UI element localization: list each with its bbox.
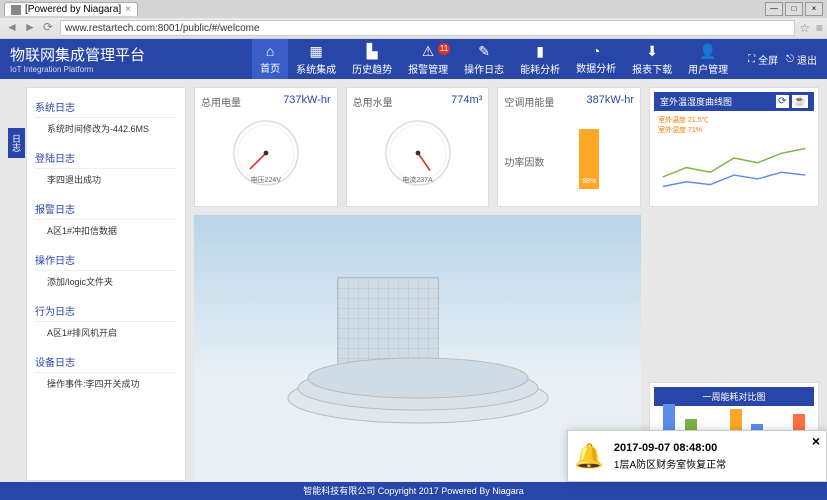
- nav-icon: ⚠: [422, 43, 435, 60]
- close-button[interactable]: ×: [805, 2, 823, 16]
- nav-icon: ⌂: [266, 43, 274, 59]
- log-item: 操作事件:李四开关成功: [35, 373, 177, 394]
- notification-message: 1层A防区财务室恢复正常: [614, 456, 820, 471]
- minimize-button[interactable]: —: [765, 2, 783, 16]
- log-item: 系统时间修改为-442.6MS: [35, 118, 177, 139]
- nav-icon: ▮: [536, 43, 544, 60]
- log-title[interactable]: 操作日志: [35, 249, 177, 271]
- power-card: 总用电量737kW-hr 电压224V: [194, 87, 338, 207]
- log-title[interactable]: 报警日志: [35, 198, 177, 220]
- content-area: 日志 系统日志系统时间修改为-442.6MS登陆日志李四退出成功报警日志A区1#…: [0, 79, 827, 489]
- nav-系统集成[interactable]: ▦系统集成: [288, 39, 344, 79]
- log-item: A区1#排风机开启: [35, 322, 177, 343]
- log-title[interactable]: 系统日志: [35, 96, 177, 118]
- nav-icon: ◔: [592, 43, 600, 59]
- water-card: 总用水量774m³ 电流237A: [346, 87, 490, 207]
- log-item: A区1#冲扣信数据: [35, 220, 177, 241]
- nav-报警管理[interactable]: ⚠报警管理11: [400, 39, 456, 79]
- log-item: 添加/logic文件夹: [35, 271, 177, 292]
- log-title[interactable]: 行为日志: [35, 300, 177, 322]
- menu-icon[interactable]: ≡: [816, 21, 823, 35]
- temp-chart: 室外温度 21.5℃ 室外湿度 71%: [654, 111, 814, 201]
- address-bar: ◄ ► ⟳ ☆ ≡: [0, 18, 827, 38]
- nav-数据分析[interactable]: ◔数据分析: [568, 39, 624, 79]
- favicon: [11, 5, 21, 15]
- nav-能耗分析[interactable]: ▮能耗分析: [512, 39, 568, 79]
- tab-bar: [Powered by Niagara] × — □ ×: [0, 0, 827, 18]
- nav-icon: ✎: [478, 43, 490, 60]
- metrics-row: 总用电量737kW-hr 电压224V 总用水量774m³ 电流237A 空调用…: [194, 87, 819, 207]
- logo: 物联网集成管理平台 IoT Integration Platform: [10, 44, 145, 74]
- browser-chrome: [Powered by Niagara] × — □ × ◄ ► ⟳ ☆ ≡: [0, 0, 827, 39]
- forward-button[interactable]: ►: [22, 20, 38, 36]
- footer: 智能科技有限公司 Copyright 2017 Powered By Niaga…: [0, 482, 827, 500]
- log-item: 李四退出成功: [35, 169, 177, 190]
- tab-title: [Powered by Niagara]: [25, 4, 121, 15]
- back-button[interactable]: ◄: [4, 20, 20, 36]
- log-title[interactable]: 登陆日志: [35, 147, 177, 169]
- badge: 11: [438, 43, 450, 55]
- refresh-icon[interactable]: ⟳: [776, 95, 788, 108]
- nav-icon: ▦: [309, 43, 322, 60]
- app-subtitle: IoT Integration Platform: [10, 65, 145, 74]
- nav-操作日志[interactable]: ✎操作日志: [456, 39, 512, 79]
- nav-icon: ⬇: [646, 43, 658, 60]
- nav-用户管理[interactable]: 👤用户管理: [680, 39, 736, 79]
- expand-icon: ⛶: [748, 54, 755, 65]
- nav-历史趋势[interactable]: ▙历史趋势: [344, 39, 400, 79]
- notification-toast: 🔔 2017-09-07 08:48:00 1层A防区财务室恢复正常 ×: [567, 430, 827, 482]
- app-title: 物联网集成管理平台: [10, 44, 145, 65]
- star-icon[interactable]: ☆: [799, 21, 810, 35]
- window-controls: — □ ×: [765, 2, 823, 16]
- power-gauge: 电压224V: [226, 113, 306, 193]
- temp-chart-card: 室外温湿度曲线图⟳☕ 室外温度 21.5℃ 室外湿度 71%: [649, 87, 819, 207]
- nav-icon: 👤: [699, 43, 716, 60]
- notification-time: 2017-09-07 08:48:00: [614, 442, 820, 454]
- main-nav: ⌂首页▦系统集成▙历史趋势⚠报警管理11✎操作日志▮能耗分析◔数据分析⬇报表下载…: [252, 39, 736, 79]
- browser-tab[interactable]: [Powered by Niagara] ×: [4, 2, 138, 16]
- reload-button[interactable]: ⟳: [40, 20, 56, 36]
- coffee-icon[interactable]: ☕: [792, 95, 808, 108]
- log-sidebar: 系统日志系统时间修改为-442.6MS 登陆日志李四退出成功报警日志A区1#冲扣信…: [26, 87, 186, 481]
- maximize-button[interactable]: □: [785, 2, 803, 16]
- logout-icon: ⎋: [786, 54, 794, 65]
- ac-card: 空调用能量387kW-hr 功率因数 98%: [497, 87, 641, 207]
- ac-bar: 98%: [579, 129, 599, 189]
- close-icon[interactable]: ×: [812, 433, 820, 449]
- log-title[interactable]: 设备日志: [35, 351, 177, 373]
- bell-icon: 🔔: [574, 442, 604, 471]
- main-panel: 总用电量737kW-hr 电压224V 总用水量774m³ 电流237A 空调用…: [194, 87, 819, 481]
- side-tab[interactable]: 日志: [8, 128, 25, 158]
- nav-报表下载[interactable]: ⬇报表下载: [624, 39, 680, 79]
- app-header: 物联网集成管理平台 IoT Integration Platform ⌂首页▦系…: [0, 39, 827, 79]
- close-icon[interactable]: ×: [125, 4, 131, 15]
- nav-icon: ▙: [367, 43, 378, 60]
- url-input[interactable]: [60, 20, 795, 36]
- water-gauge: 电流237A: [378, 113, 458, 193]
- nav-首页[interactable]: ⌂首页: [252, 39, 288, 79]
- fullscreen-button[interactable]: ⛶全屏: [748, 52, 778, 67]
- logout-button[interactable]: ⎋退出: [786, 52, 817, 67]
